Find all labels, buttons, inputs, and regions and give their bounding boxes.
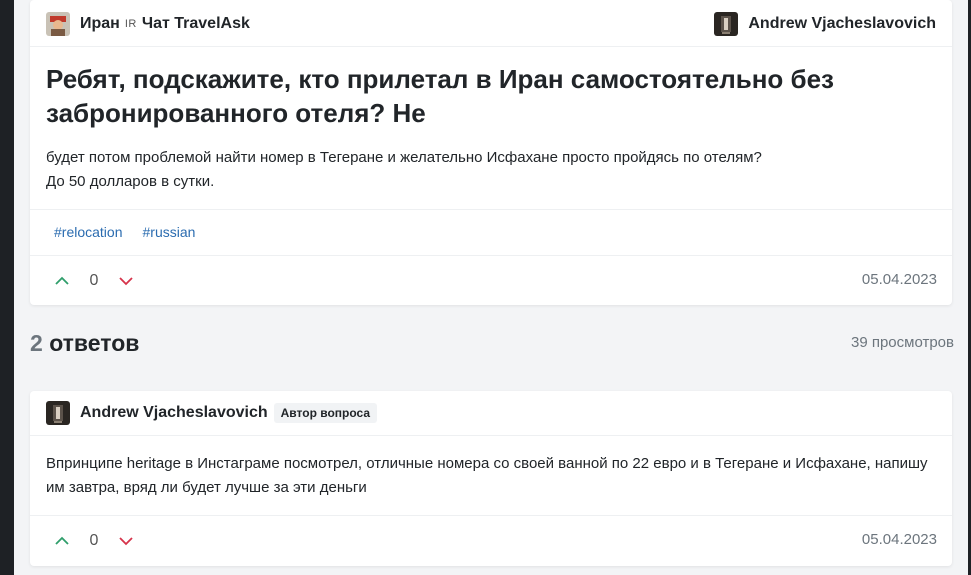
vote-count: 0 [89,532,99,549]
divider [30,255,952,256]
divider [30,515,952,516]
answer-card: Andrew Vjacheslavovich Автор вопроса Впр… [30,391,952,566]
answers-count: 2 [30,330,43,356]
country-code: IR [124,18,137,30]
chevron-down-icon [119,537,133,546]
chat-country-name: Иран [80,15,120,32]
question-author-name: Andrew Vjacheslavovich [748,15,936,32]
tag-list: #relocation #russian [46,222,203,242]
chevron-up-icon [55,276,69,285]
answers-label: ответов [49,330,140,356]
tag-relocation[interactable]: #relocation [46,222,131,242]
answer-date: 05.04.2023 [861,531,937,548]
answer-header: Andrew Vjacheslavovich Автор вопроса [30,391,952,436]
chat-link[interactable]: Иран IR Чат TravelAsk [46,11,250,37]
question-body-line: До 50 долларов в сутки. [46,173,215,190]
answers-count-heading: 2 ответов [30,330,139,357]
question-card: Иран IR Чат TravelAsk Andrew Vjacheslavo… [30,0,952,305]
vote-count: 0 [89,272,99,289]
question-vote-bar: 0 [50,269,138,293]
question-body: будет потом проблемой найти номер в Теге… [46,146,926,194]
upvote-button[interactable] [50,529,74,553]
answer-body: Впринципе heritage в Инстаграме посмотре… [46,455,928,496]
tag-russian[interactable]: #russian [135,222,204,242]
chevron-down-icon [119,277,133,286]
question-title: Ребят, подскажите, кто прилетал в Иран с… [46,64,834,128]
views-count: 39 просмотров [850,334,954,351]
answer-author-link[interactable]: Andrew Vjacheslavovich Автор вопроса [46,401,378,425]
chevron-up-icon [55,536,69,545]
answer-author-avatar-icon [46,401,70,425]
downvote-button[interactable] [114,529,138,553]
question-body-line: будет потом проблемой найти номер в Теге… [46,149,762,166]
question-header: Иран IR Чат TravelAsk Andrew Vjacheslavo… [30,0,952,47]
upvote-button[interactable] [50,269,74,293]
author-avatar-icon [714,12,739,36]
chat-avatar-icon [46,12,70,36]
page: Иран IR Чат TravelAsk Andrew Vjacheslavo… [0,0,971,575]
downvote-button[interactable] [114,269,138,293]
answer-vote-bar: 0 [50,529,138,553]
question-date: 05.04.2023 [861,271,937,288]
author-badge: Автор вопроса [273,403,378,423]
chat-name: Чат TravelAsk [141,15,250,32]
left-rail [0,0,14,575]
divider [30,209,952,210]
question-author-link[interactable]: Andrew Vjacheslavovich [714,11,936,37]
answer-author-name: Andrew Vjacheslavovich [80,404,268,421]
